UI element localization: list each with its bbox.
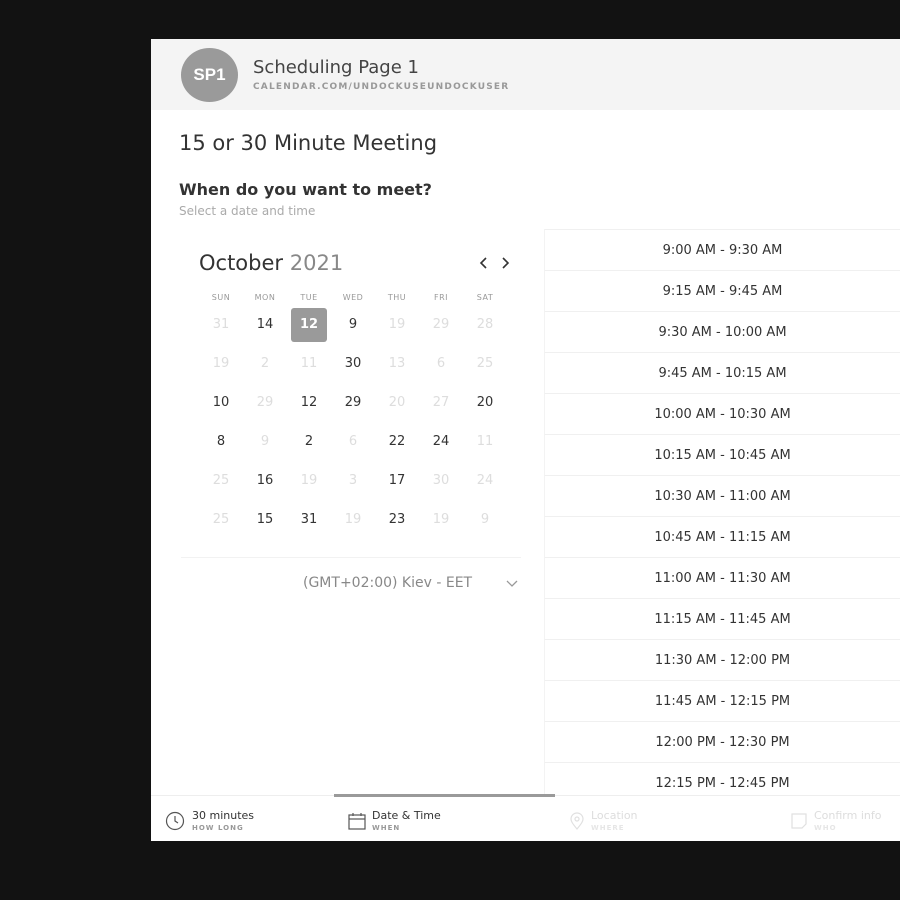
weekday-label: SUN bbox=[211, 293, 231, 302]
step-sublabel: WHEN bbox=[372, 824, 401, 832]
step-duration[interactable]: 30 minutes HOW LONG bbox=[165, 796, 325, 841]
year-label: 2021 bbox=[289, 251, 344, 275]
step-sublabel: WHERE bbox=[591, 824, 625, 832]
calendar-day: 25 bbox=[212, 473, 230, 488]
time-slot[interactable]: 9:45 AM - 10:15 AM bbox=[544, 352, 900, 393]
time-slot[interactable]: 10:15 AM - 10:45 AM bbox=[544, 434, 900, 475]
time-slot[interactable]: 9:00 AM - 9:30 AM bbox=[544, 229, 900, 270]
time-slot[interactable]: 12:15 PM - 12:45 PM bbox=[544, 762, 900, 795]
weekday-label: WED bbox=[342, 293, 364, 302]
calendar-day: 13 bbox=[388, 356, 406, 371]
weekday-label: SAT bbox=[476, 293, 494, 302]
calendar-day[interactable]: 17 bbox=[379, 464, 415, 498]
calendar-day: 28 bbox=[476, 317, 494, 332]
calendar-day[interactable]: 29 bbox=[335, 386, 371, 420]
step-sublabel: HOW LONG bbox=[192, 824, 244, 832]
step-label: Date & Time bbox=[372, 809, 441, 822]
next-month-button[interactable] bbox=[497, 253, 513, 273]
calendar-day: 9 bbox=[260, 434, 270, 449]
calendar-day: 31 bbox=[212, 317, 230, 332]
time-slot[interactable]: 9:30 AM - 10:00 AM bbox=[544, 311, 900, 352]
time-slot[interactable]: 9:15 AM - 9:45 AM bbox=[544, 270, 900, 311]
calendar-day: 6 bbox=[348, 434, 358, 449]
calendar-icon bbox=[348, 813, 366, 830]
calendar-day: 9 bbox=[480, 512, 490, 527]
calendar-day: 25 bbox=[476, 356, 494, 371]
calendar-day[interactable]: 14 bbox=[247, 308, 283, 342]
calendar-day[interactable]: 12 bbox=[291, 386, 327, 420]
calendar-day: 19 bbox=[344, 512, 362, 527]
calendar-day[interactable]: 9 bbox=[335, 308, 371, 342]
chevron-left-icon bbox=[479, 257, 487, 269]
step-label: 30 minutes bbox=[192, 809, 255, 822]
scheduling-panel: SP1 Scheduling Page 1 CALENDAR.COM/UNDOC… bbox=[151, 39, 900, 841]
calendar-day[interactable]: 30 bbox=[335, 347, 371, 381]
step-label: Confirm info bbox=[814, 809, 882, 822]
calendar-day: 27 bbox=[432, 395, 450, 410]
calendar-day: 3 bbox=[348, 473, 358, 488]
calendar-day: 19 bbox=[300, 473, 318, 488]
avatar: SP1 bbox=[181, 48, 238, 102]
previous-month-button[interactable] bbox=[476, 253, 492, 273]
calendar-day: 6 bbox=[436, 356, 446, 371]
weekday-label: TUE bbox=[300, 293, 318, 302]
calendar-day[interactable]: 22 bbox=[379, 425, 415, 459]
calendar-day[interactable]: 16 bbox=[247, 464, 283, 498]
calendar-day[interactable]: 31 bbox=[291, 503, 327, 537]
month-year-label: October 2021 bbox=[199, 251, 343, 275]
step-confirm-info[interactable]: Confirm info WHO bbox=[789, 796, 900, 841]
selected-day[interactable]: 12 bbox=[291, 308, 327, 342]
chevron-down-icon[interactable] bbox=[504, 575, 520, 591]
weekday-label: FRI bbox=[433, 293, 449, 302]
weekday-label: THU bbox=[387, 293, 407, 302]
page-url[interactable]: CALENDAR.COM/UNDOCKUSEUNDOCKUSER bbox=[253, 82, 509, 92]
calendar-day: 20 bbox=[388, 395, 406, 410]
calendar-day: 19 bbox=[388, 317, 406, 332]
calendar-day[interactable]: 23 bbox=[379, 503, 415, 537]
time-slot[interactable]: 10:30 AM - 11:00 AM bbox=[544, 475, 900, 516]
calendar-day: 19 bbox=[432, 512, 450, 527]
chevron-right-icon bbox=[502, 257, 510, 269]
timezone-select[interactable]: (GMT+02:00) Kiev - EET bbox=[303, 575, 472, 591]
time-slot[interactable]: 11:15 AM - 11:45 AM bbox=[544, 598, 900, 639]
step-progress-bar: 30 minutes HOW LONG Date & Time WHEN Loc… bbox=[151, 794, 900, 841]
when-question: When do you want to meet? bbox=[179, 180, 432, 199]
weekday-label: MON bbox=[254, 293, 276, 302]
clock-icon bbox=[165, 811, 185, 831]
calendar-day: 29 bbox=[256, 395, 274, 410]
calendar-day[interactable]: 2 bbox=[291, 425, 327, 459]
step-location[interactable]: Location WHERE bbox=[567, 796, 747, 841]
step-date-time[interactable]: Date & Time WHEN bbox=[347, 796, 547, 841]
calendar-day: 25 bbox=[212, 512, 230, 527]
calendar-day: 19 bbox=[212, 356, 230, 371]
time-slot[interactable]: 11:30 AM - 12:00 PM bbox=[544, 639, 900, 680]
calendar-day[interactable]: 20 bbox=[467, 386, 503, 420]
calendar-day[interactable]: 10 bbox=[203, 386, 239, 420]
calendar-day[interactable]: 8 bbox=[203, 425, 239, 459]
time-slot[interactable]: 10:45 AM - 11:15 AM bbox=[544, 516, 900, 557]
page-header: SP1 Scheduling Page 1 CALENDAR.COM/UNDOC… bbox=[151, 39, 900, 110]
step-label: Location bbox=[591, 809, 638, 822]
calendar-day: 29 bbox=[432, 317, 450, 332]
location-pin-icon bbox=[570, 812, 584, 830]
event-title: 15 or 30 Minute Meeting bbox=[179, 131, 438, 155]
time-slot[interactable]: 11:00 AM - 11:30 AM bbox=[544, 557, 900, 598]
calendar-day: 30 bbox=[432, 473, 450, 488]
month-label: October bbox=[199, 251, 284, 275]
time-slot-list: 9:00 AM - 9:30 AM 9:15 AM - 9:45 AM 9:30 A… bbox=[544, 229, 900, 795]
calendar-day: 11 bbox=[476, 434, 494, 449]
calendar-day: 24 bbox=[476, 473, 494, 488]
note-icon bbox=[791, 813, 807, 829]
when-question-hint: Select a date and time bbox=[179, 204, 316, 218]
page-name: Scheduling Page 1 bbox=[253, 57, 419, 78]
time-slot[interactable]: 11:45 AM - 12:15 PM bbox=[544, 680, 900, 721]
calendar-day[interactable]: 24 bbox=[423, 425, 459, 459]
time-slot[interactable]: 12:00 PM - 12:30 PM bbox=[544, 721, 900, 762]
calendar-day: 11 bbox=[300, 356, 318, 371]
time-slot[interactable]: 10:00 AM - 10:30 AM bbox=[544, 393, 900, 434]
step-sublabel: WHO bbox=[814, 824, 837, 832]
divider bbox=[181, 557, 521, 558]
calendar-day: 2 bbox=[260, 356, 270, 371]
calendar-day[interactable]: 15 bbox=[247, 503, 283, 537]
